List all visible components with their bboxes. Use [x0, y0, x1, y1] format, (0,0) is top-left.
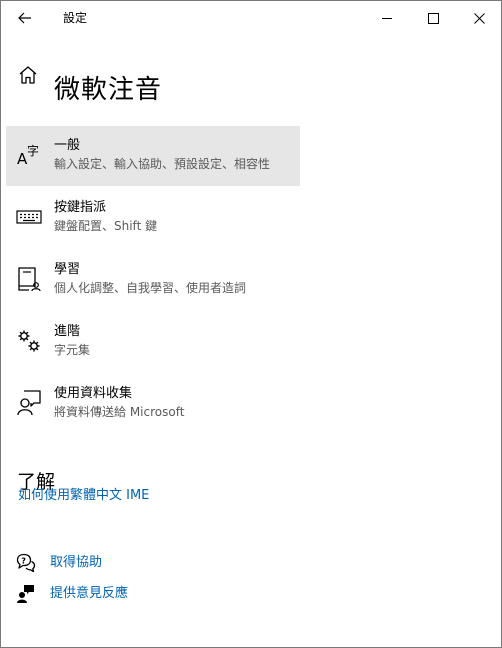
maximize-button[interactable] — [410, 1, 456, 35]
minimize-icon — [381, 17, 392, 19]
gears-icon — [16, 327, 42, 355]
nav-item-title: 一般 — [54, 138, 81, 153]
back-arrow-icon — [18, 12, 31, 24]
nav-item-advanced[interactable]: 進階 字元集 — [6, 312, 300, 372]
nav-item-general[interactable]: A 字 一般 輸入設定、輸入協助、預設設定、相容性 — [6, 126, 300, 186]
feedback-link[interactable]: 提供意見反應 — [50, 585, 128, 603]
title-bar: 設定 — [1, 1, 501, 35]
page-title: 微軟注音 — [54, 75, 163, 106]
chat-help-icon: ? — [15, 552, 37, 574]
home-icon[interactable] — [17, 64, 39, 86]
keyboard-icon — [16, 203, 42, 231]
page-header: 微軟注音 — [1, 53, 501, 105]
nav-item-subtitle: 字元集 — [54, 343, 91, 357]
nav-item-title: 進階 — [54, 324, 81, 339]
ime-help-link[interactable]: 如何使用繁體中文 IME — [18, 487, 149, 505]
nav-item-subtitle: 個人化調整、自我學習、使用者造詞 — [54, 281, 247, 295]
nav-item-title: 按鍵指派 — [54, 200, 107, 215]
nav-item-key-assignment[interactable]: 按鍵指派 鍵盤配置、Shift 鍵 — [6, 188, 300, 248]
learning-book-icon — [16, 265, 42, 293]
nav-item-subtitle: 將資料傳送給 Microsoft — [54, 405, 185, 419]
nav-item-data-collection[interactable]: 使用資料收集 將資料傳送給 Microsoft — [6, 374, 300, 434]
nav-item-title: 學習 — [54, 262, 81, 277]
close-icon — [473, 12, 485, 24]
nav-item-learning[interactable]: 學習 個人化調整、自我學習、使用者造詞 — [6, 250, 300, 310]
get-help-row[interactable]: ? 取得協助 — [15, 551, 215, 575]
feedback-icon — [15, 583, 37, 605]
nav-item-subtitle: 輸入設定、輸入協助、預設設定、相容性 — [54, 157, 271, 171]
close-button[interactable] — [456, 1, 501, 35]
language-character-icon: A 字 — [16, 141, 42, 169]
maximize-icon — [427, 12, 439, 24]
nav-item-title: 使用資料收集 — [54, 386, 133, 401]
nav-item-subtitle: 鍵盤配置、Shift 鍵 — [54, 219, 158, 233]
feedback-row[interactable]: 提供意見反應 — [15, 582, 215, 606]
minimize-button[interactable] — [364, 1, 410, 35]
svg-text:字: 字 — [27, 143, 39, 158]
svg-text:?: ? — [21, 557, 26, 566]
get-help-link[interactable]: 取得協助 — [50, 554, 102, 572]
window-title: 設定 — [63, 11, 88, 25]
feedback-person-icon — [16, 389, 42, 417]
settings-window: 設定 微軟注音 A 字 一般 輸入設定、輸入協助、預設設定、相容性 按鍵指派 鍵… — [0, 0, 502, 648]
back-button[interactable] — [9, 3, 41, 33]
